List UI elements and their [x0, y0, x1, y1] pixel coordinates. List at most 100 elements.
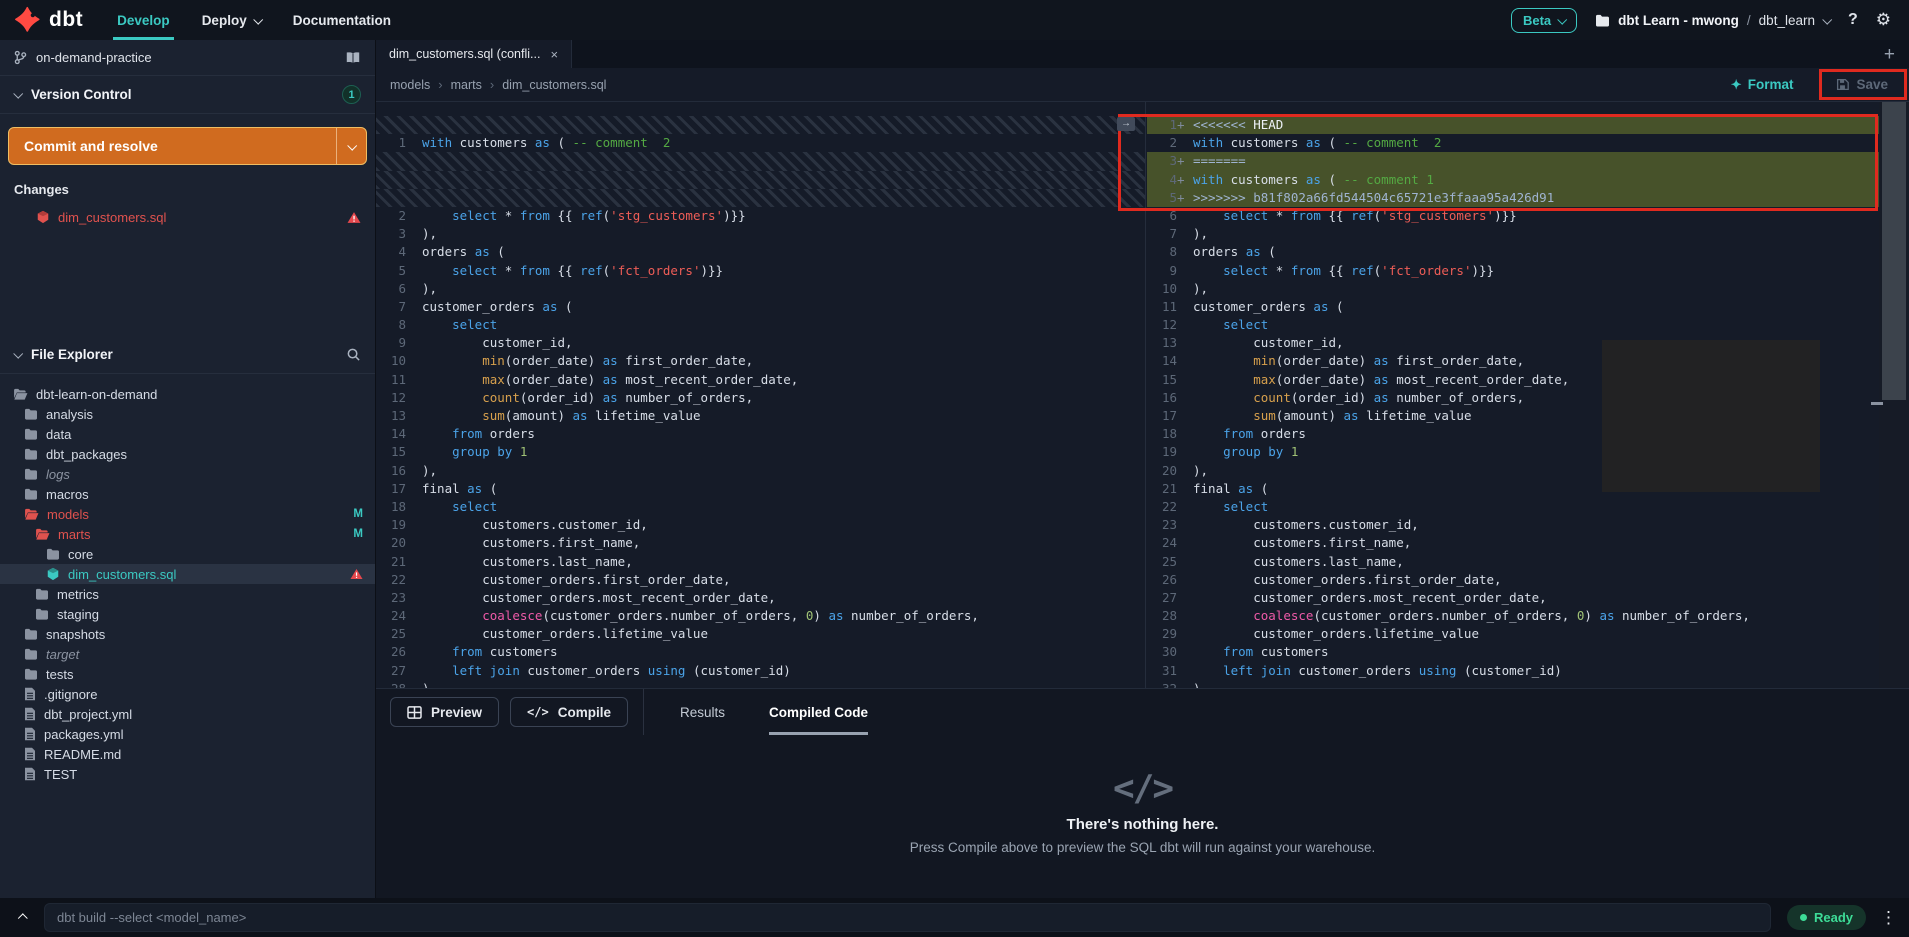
code-line[interactable]: 32): [1147, 680, 1879, 688]
gear-icon[interactable]: ⚙: [1876, 10, 1891, 30]
branch-selector[interactable]: on-demand-practice: [0, 40, 375, 76]
tree-item[interactable]: tests: [0, 664, 375, 684]
code-line[interactable]: 9 select * from {{ ref('fct_orders')}}: [1147, 262, 1879, 280]
tree-item[interactable]: martsM: [0, 524, 375, 544]
commit-and-resolve-button[interactable]: Commit and resolve: [8, 127, 367, 165]
code-line[interactable]: 5 select * from {{ ref('fct_orders')}}: [376, 262, 1145, 280]
code-line[interactable]: 18 select: [376, 498, 1145, 516]
code-line[interactable]: 3),: [376, 225, 1145, 243]
tree-item[interactable]: macros: [0, 484, 375, 504]
code-line[interactable]: 10 min(order_date) as first_order_date,: [376, 352, 1145, 370]
preview-button[interactable]: Preview: [390, 697, 499, 727]
new-tab-plus-icon[interactable]: +: [1884, 45, 1909, 64]
code-line[interactable]: 24 coalesce(customer_orders.number_of_or…: [376, 607, 1145, 625]
tree-item[interactable]: README.md: [0, 744, 375, 764]
tree-item[interactable]: dbt-learn-on-demand: [0, 384, 375, 404]
code-line[interactable]: 29 customer_orders.lifetime_value: [1147, 625, 1879, 643]
editor-tab[interactable]: dim_customers.sql (confli... ×: [376, 40, 572, 68]
code-line[interactable]: 20 customers.first_name,: [376, 534, 1145, 552]
tree-item[interactable]: analysis: [0, 404, 375, 424]
dbt-logo[interactable]: dbt: [0, 0, 101, 40]
tree-item[interactable]: dbt_project.yml: [0, 704, 375, 724]
code-line[interactable]: 10),: [1147, 280, 1879, 298]
code-line[interactable]: 2with customers as ( -- comment 2: [1147, 134, 1879, 152]
code-line[interactable]: 27 left join customer_orders using (cust…: [376, 662, 1145, 680]
code-line[interactable]: 9 customer_id,: [376, 334, 1145, 352]
code-line[interactable]: 28 coalesce(customer_orders.number_of_or…: [1147, 607, 1879, 625]
code-line[interactable]: 24 customers.first_name,: [1147, 534, 1879, 552]
tab-deploy[interactable]: Deploy: [186, 0, 277, 40]
code-line[interactable]: 21 customers.last_name,: [376, 553, 1145, 571]
code-line[interactable]: 22 select: [1147, 498, 1879, 516]
code-line[interactable]: 3+=======: [1147, 152, 1879, 170]
tree-item[interactable]: dbt_packages: [0, 444, 375, 464]
code-line[interactable]: 25 customers.last_name,: [1147, 553, 1879, 571]
account-project-selector[interactable]: dbt Learn - mwong / dbt_learn: [1595, 13, 1830, 28]
changed-file-row[interactable]: dim_customers.sql: [0, 204, 375, 230]
tab-results[interactable]: Results: [680, 689, 725, 735]
compile-button[interactable]: </> Compile: [510, 697, 628, 727]
version-control-header[interactable]: Version Control 1: [0, 76, 375, 114]
tree-item[interactable]: core: [0, 544, 375, 564]
docs-book-icon[interactable]: [345, 51, 361, 65]
beta-button[interactable]: Beta: [1511, 8, 1577, 33]
tree-item[interactable]: target: [0, 644, 375, 664]
commit-dropdown-button[interactable]: [336, 128, 366, 164]
code-line[interactable]: 6),: [376, 280, 1145, 298]
file-explorer-header[interactable]: File Explorer: [0, 336, 375, 374]
code-line[interactable]: 23 customer_orders.most_recent_order_dat…: [376, 589, 1145, 607]
code-line[interactable]: 1with customers as ( -- comment 2: [376, 134, 1145, 152]
code-line[interactable]: 27 customer_orders.most_recent_order_dat…: [1147, 589, 1879, 607]
tree-item[interactable]: packages.yml: [0, 724, 375, 744]
code-line[interactable]: 11customer_orders as (: [1147, 298, 1879, 316]
close-icon[interactable]: ×: [550, 47, 558, 62]
format-button[interactable]: ✦ Format: [1731, 77, 1794, 93]
code-line[interactable]: 23 customers.customer_id,: [1147, 516, 1879, 534]
search-icon[interactable]: [346, 347, 361, 362]
code-line[interactable]: 4orders as (: [376, 243, 1145, 261]
code-line[interactable]: 17final as (: [376, 480, 1145, 498]
tree-item[interactable]: TEST: [0, 764, 375, 784]
scrollbar-thumb[interactable]: [1882, 102, 1906, 400]
code-line[interactable]: 5+>>>>>>> b81f802a66fd544504c65721e3ffaa…: [1147, 189, 1879, 207]
tree-item[interactable]: .gitignore: [0, 684, 375, 704]
more-vertical-icon[interactable]: ⋮: [1880, 908, 1897, 928]
code-line[interactable]: 14 from orders: [376, 425, 1145, 443]
code-line[interactable]: 8orders as (: [1147, 243, 1879, 261]
code-line[interactable]: 28): [376, 680, 1145, 688]
chevron-up-icon[interactable]: [10, 914, 36, 921]
code-line[interactable]: 2 select * from {{ ref('stg_customers')}…: [376, 207, 1145, 225]
code-line[interactable]: 12 select: [1147, 316, 1879, 334]
code-line[interactable]: 15 group by 1: [376, 443, 1145, 461]
tree-item[interactable]: metrics: [0, 584, 375, 604]
diff-left-pane[interactable]: 1with customers as ( -- comment 2 2 selec…: [376, 102, 1146, 688]
code-line[interactable]: 11 max(order_date) as most_recent_order_…: [376, 371, 1145, 389]
code-line[interactable]: 30 from customers: [1147, 643, 1879, 661]
tree-item[interactable]: dim_customers.sql: [0, 564, 375, 584]
tab-compiled-code[interactable]: Compiled Code: [769, 689, 868, 735]
diff-revert-arrow-icon[interactable]: →: [1117, 117, 1135, 131]
code-line[interactable]: 6 select * from {{ ref('stg_customers')}…: [1147, 207, 1879, 225]
tree-item[interactable]: staging: [0, 604, 375, 624]
code-line[interactable]: 26 customer_orders.first_order_date,: [1147, 571, 1879, 589]
code-line[interactable]: 31 left join customer_orders using (cust…: [1147, 662, 1879, 680]
tree-item[interactable]: modelsM: [0, 504, 375, 524]
code-line[interactable]: 4+with customers as ( -- comment 1: [1147, 171, 1879, 189]
code-line[interactable]: 13 sum(amount) as lifetime_value: [376, 407, 1145, 425]
code-line[interactable]: 19 customers.customer_id,: [376, 516, 1145, 534]
code-line[interactable]: 8 select: [376, 316, 1145, 334]
command-input[interactable]: [44, 903, 1771, 932]
tree-item[interactable]: snapshots: [0, 624, 375, 644]
help-icon[interactable]: ?: [1848, 11, 1858, 29]
code-line[interactable]: 26 from customers: [376, 643, 1145, 661]
tab-documentation[interactable]: Documentation: [277, 0, 407, 40]
tree-item[interactable]: data: [0, 424, 375, 444]
code-line[interactable]: 7),: [1147, 225, 1879, 243]
code-line[interactable]: 22 customer_orders.first_order_date,: [376, 571, 1145, 589]
tree-item[interactable]: logs: [0, 464, 375, 484]
tab-develop[interactable]: Develop: [101, 0, 186, 40]
code-line[interactable]: 25 customer_orders.lifetime_value: [376, 625, 1145, 643]
save-button[interactable]: Save: [1836, 77, 1888, 92]
code-line[interactable]: 12 count(order_id) as number_of_orders,: [376, 389, 1145, 407]
code-line[interactable]: 16),: [376, 462, 1145, 480]
